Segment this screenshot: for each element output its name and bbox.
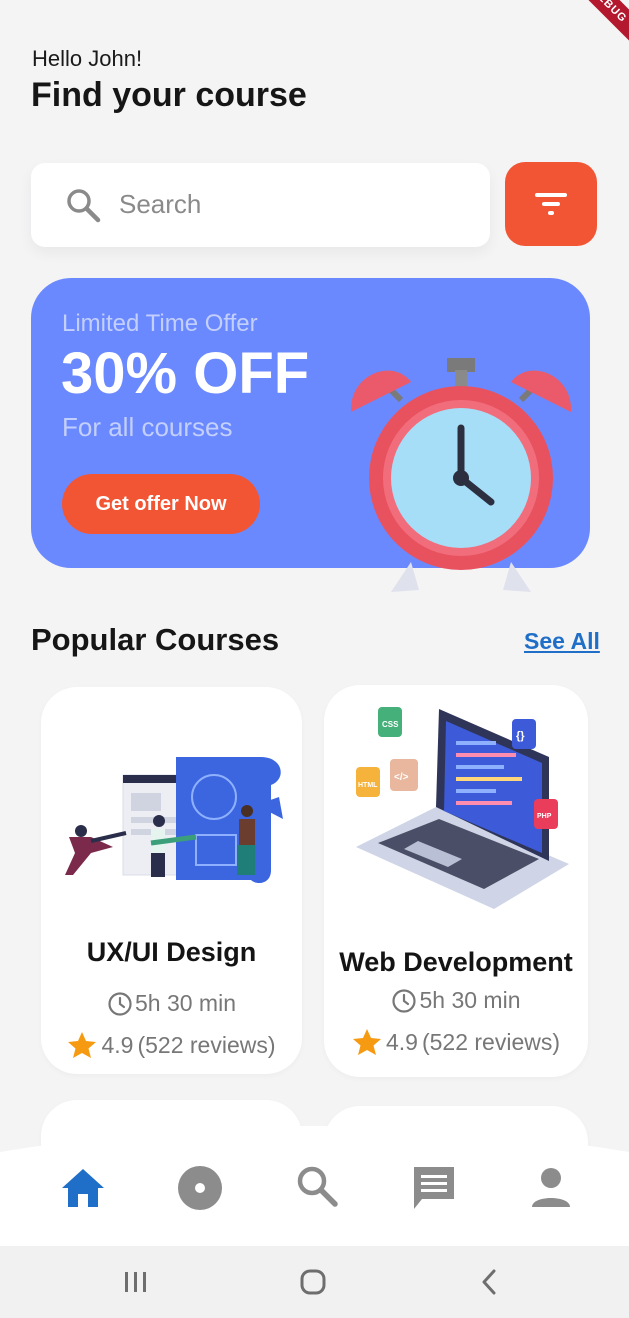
- course-title: UX/UI Design: [86, 937, 257, 967]
- recent-apps-button[interactable]: [120, 1266, 152, 1298]
- course-title: Web Development: [339, 947, 573, 977]
- search-input[interactable]: [119, 181, 469, 227]
- review-count: (522 reviews): [421, 1028, 561, 1055]
- duration-text: 5h 30 min: [134, 990, 236, 1016]
- svg-text:</>: </>: [394, 772, 409, 783]
- clock-icon: [392, 988, 417, 1013]
- home-icon: [62, 1169, 104, 1207]
- bottom-navigation: [0, 1122, 629, 1246]
- disc-icon: [178, 1166, 222, 1210]
- popular-courses-title: Popular Courses: [31, 622, 280, 657]
- ux-ui-illustration: [65, 757, 283, 883]
- filter-button[interactable]: [505, 162, 597, 246]
- promo-banner: Limited Time Offer 30% OFF For all cours…: [31, 278, 590, 592]
- promo-subtitle: For all courses: [62, 412, 233, 442]
- get-offer-button[interactable]: Get offer Now: [62, 474, 260, 534]
- nav-search[interactable]: [291, 1160, 343, 1212]
- course-card-web-development[interactable]: CSS HTML </> {} PHP Web Development 5h 3…: [324, 685, 588, 1077]
- see-all-link[interactable]: See All: [524, 628, 600, 655]
- promo-headline: 30% OFF: [61, 341, 310, 406]
- course-rating: 4.9 (522 reviews): [324, 1028, 588, 1056]
- clock-icon: [108, 991, 132, 1016]
- nav-home[interactable]: [57, 1162, 109, 1214]
- search-icon: [297, 1166, 338, 1207]
- star-icon: [352, 1029, 381, 1055]
- profile-icon: [532, 1168, 570, 1207]
- recent-apps-icon: [125, 1272, 146, 1292]
- search-icon: [67, 189, 101, 223]
- rating-value: 4.9: [385, 1028, 418, 1055]
- search-bar[interactable]: [31, 163, 490, 247]
- review-count: (522 reviews): [137, 1031, 276, 1058]
- nav-messages[interactable]: [408, 1162, 460, 1214]
- page-title: Find your course: [31, 76, 307, 114]
- debug-banner: DEBUG: [558, 0, 629, 56]
- alarm-clock-illustration: [350, 358, 572, 592]
- rating-value: 4.9: [101, 1031, 134, 1058]
- css-badge: CSS: [382, 720, 399, 729]
- back-button[interactable]: [474, 1266, 506, 1298]
- system-navigation-bar: [0, 1246, 629, 1318]
- home-system-button[interactable]: [297, 1266, 329, 1298]
- web-development-illustration: CSS HTML </> {} PHP: [356, 707, 569, 909]
- greeting-text: Hello John!: [32, 46, 143, 71]
- course-duration: 5h 30 min: [41, 990, 302, 1017]
- chat-icon: [414, 1167, 454, 1209]
- course-card-ux-ui[interactable]: UX/UI Design 5h 30 min 4.9 (522 reviews): [41, 687, 302, 1074]
- home-circle-icon: [300, 1269, 326, 1295]
- course-rating: 4.9 (522 reviews): [41, 1031, 302, 1059]
- filter-icon: [535, 193, 567, 215]
- promo-eyebrow: Limited Time Offer: [62, 310, 258, 337]
- star-icon: [68, 1032, 97, 1058]
- php-badge: PHP: [537, 813, 552, 820]
- duration-text: 5h 30 min: [419, 987, 521, 1013]
- html-badge: HTML: [358, 782, 378, 789]
- back-chevron-icon: [482, 1269, 496, 1295]
- nav-courses[interactable]: [174, 1162, 226, 1214]
- svg-text:{}: {}: [516, 730, 525, 742]
- nav-profile[interactable]: [525, 1162, 577, 1214]
- course-duration: 5h 30 min: [324, 987, 588, 1014]
